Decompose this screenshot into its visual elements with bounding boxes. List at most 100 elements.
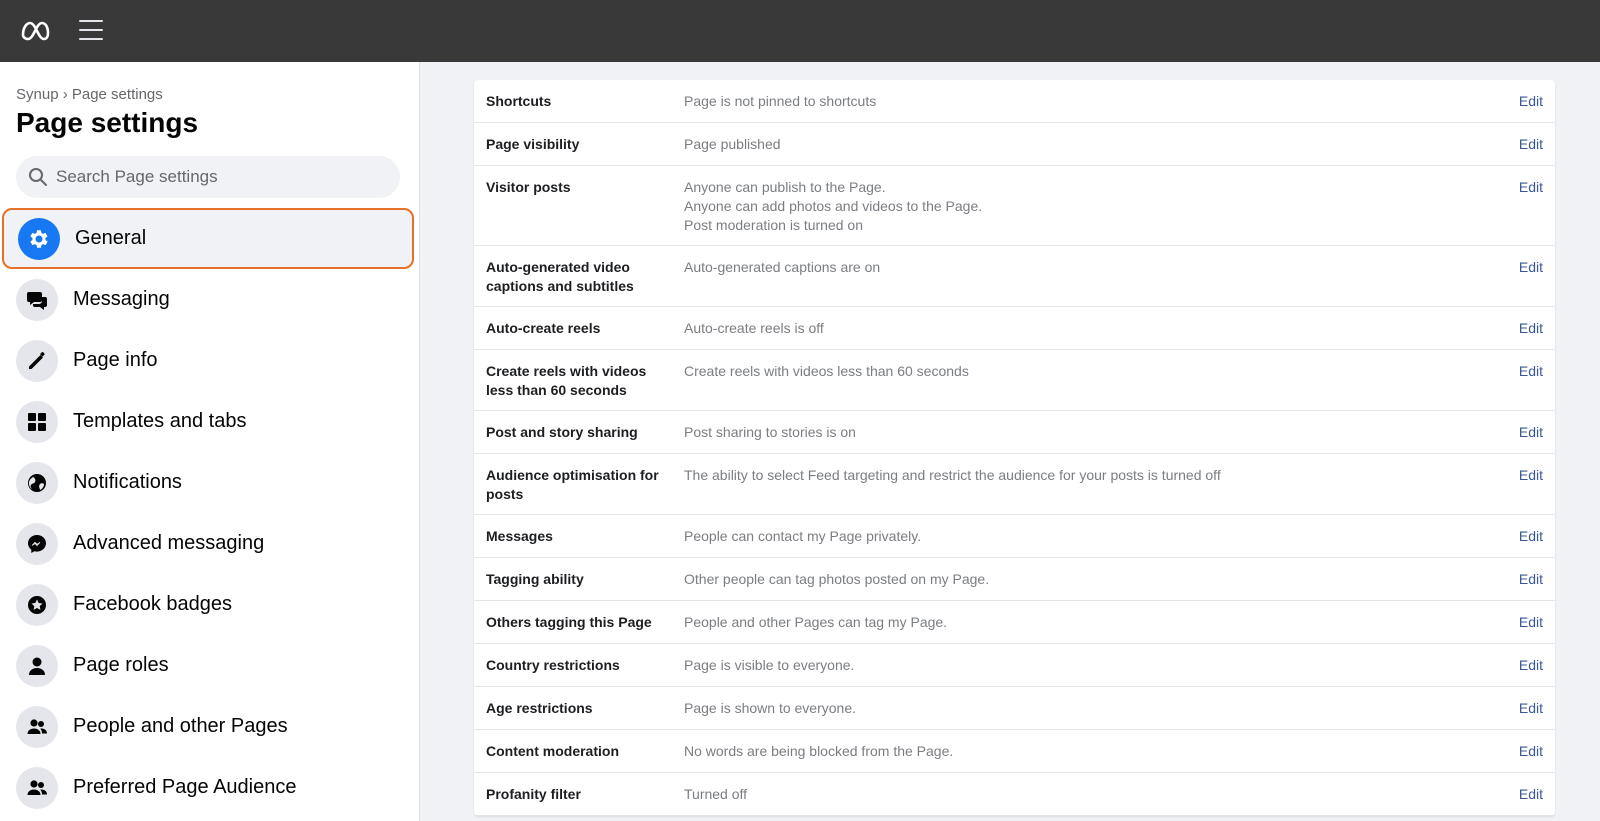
people-icon: [16, 706, 58, 748]
settings-row-value: Other people can tag photos posted on my…: [684, 570, 1464, 589]
settings-row-value: Create reels with videos less than 60 se…: [684, 362, 1464, 381]
settings-row-value: Auto-generated captions are on: [684, 258, 1464, 277]
settings-row-label: Visitor posts: [486, 179, 571, 195]
person-icon: [16, 645, 58, 687]
settings-row-value: People and other Pages can tag my Page.: [684, 613, 1464, 632]
sidebar-item-label: People and other Pages: [73, 715, 288, 737]
settings-row-label: Post and story sharing: [486, 424, 638, 440]
settings-row-value-line: Turned off: [684, 786, 748, 802]
grid-icon: [16, 401, 58, 443]
settings-nav: General Messaging Page info Templates an…: [0, 208, 419, 818]
settings-row: Post and story sharing Post sharing to st…: [474, 411, 1555, 454]
page-title: Page settings: [16, 107, 199, 138]
settings-row-label: Shortcuts: [486, 93, 552, 109]
edit-link[interactable]: Edit: [1519, 656, 1543, 675]
settings-row-value-line: Other people can tag photos posted on my…: [684, 571, 990, 587]
settings-row-label: Country restrictions: [486, 657, 620, 673]
settings-row: Auto-generated video captions and subtit…: [474, 246, 1555, 307]
settings-row-label: Profanity filter: [486, 786, 581, 802]
sidebar-item-label: Facebook badges: [73, 593, 233, 615]
settings-row: Audience optimisation for posts The abili…: [474, 454, 1555, 515]
settings-row-value-line: Page is shown to everyone.: [684, 700, 856, 716]
settings-row-value-line: Auto-create reels is off: [684, 320, 824, 336]
search-input[interactable]: [56, 156, 386, 198]
sidebar-item-general[interactable]: General: [2, 208, 414, 269]
settings-row-value: Page is visible to everyone.: [684, 656, 1464, 675]
settings-row: Shortcuts Page is not pinned to shortcuts…: [474, 80, 1555, 123]
settings-row: Messages People can contact my Page priva…: [474, 515, 1555, 558]
settings-row-value-line: Anyone can add photos and videos to the …: [684, 198, 983, 214]
chat-bubbles-icon: [16, 279, 58, 321]
settings-row-value-line: Anyone can publish to the Page.: [684, 179, 886, 195]
settings-row-value-line: Page is not pinned to shortcuts: [684, 93, 877, 109]
settings-row-value: Page is not pinned to shortcuts: [684, 92, 1464, 111]
sidebar-item-page-info[interactable]: Page info: [0, 330, 419, 391]
settings-row-value-line: People and other Pages can tag my Page.: [684, 614, 948, 630]
search-box[interactable]: [16, 156, 400, 198]
gear-icon: [18, 218, 60, 260]
edit-link[interactable]: Edit: [1519, 699, 1543, 718]
sidebar-item-facebook-badges[interactable]: Facebook badges: [0, 574, 419, 635]
settings-row: Age restrictions Page is shown to everyon…: [474, 687, 1555, 730]
settings-row: Visitor posts Anyone can publish to the P…: [474, 166, 1555, 246]
sidebar-item-advanced-messaging[interactable]: Advanced messaging: [0, 513, 419, 574]
edit-link[interactable]: Edit: [1519, 570, 1543, 589]
edit-link[interactable]: Edit: [1519, 362, 1543, 381]
sidebar-item-notifications[interactable]: Notifications: [0, 452, 419, 513]
settings-row-value: Auto-create reels is off: [684, 319, 1464, 338]
edit-link[interactable]: Edit: [1519, 423, 1543, 442]
settings-row-label: Tagging ability: [486, 571, 584, 587]
settings-row-value: Anyone can publish to the Page. Anyone ca…: [684, 178, 1464, 235]
settings-row: Country restrictions Page is visible to e…: [474, 644, 1555, 687]
sidebar-item-page-roles[interactable]: Page roles: [0, 635, 419, 696]
edit-link[interactable]: Edit: [1519, 466, 1543, 485]
sidebar-item-templates-and-tabs[interactable]: Templates and tabs: [0, 391, 419, 452]
settings-row-value: Page is shown to everyone.: [684, 699, 1464, 718]
settings-row-value-line: Page published: [684, 136, 781, 152]
edit-link[interactable]: Edit: [1519, 742, 1543, 761]
sidebar-item-preferred-page-audience[interactable]: Preferred Page Audience: [0, 757, 419, 818]
meta-logo-icon[interactable]: [20, 18, 50, 44]
settings-row-label: Audience optimisation for posts: [486, 467, 659, 502]
edit-link[interactable]: Edit: [1519, 178, 1543, 197]
settings-row-value-line: Create reels with videos less than 60 se…: [684, 363, 969, 379]
settings-row-label: Messages: [486, 528, 553, 544]
settings-row-value: No words are being blocked from the Page…: [684, 742, 1464, 761]
settings-row-value: People can contact my Page privately.: [684, 527, 1464, 546]
edit-link[interactable]: Edit: [1519, 319, 1543, 338]
edit-link[interactable]: Edit: [1519, 613, 1543, 632]
edit-link[interactable]: Edit: [1519, 258, 1543, 277]
sidebar-item-label: Notifications: [73, 471, 182, 493]
sidebar-item-people-and-other-pages[interactable]: People and other Pages: [0, 696, 419, 757]
settings-row-value: Page published: [684, 135, 1464, 154]
pencil-icon: [16, 340, 58, 382]
settings-row-value-line: Post moderation is turned on: [684, 217, 863, 233]
sidebar: Synup › Page settings Page settings Gene…: [0, 62, 420, 821]
sidebar-item-label: Advanced messaging: [73, 532, 265, 554]
settings-row: Auto-create reels Auto-create reels is of…: [474, 307, 1555, 350]
settings-row-value: The ability to select Feed targeting and…: [684, 466, 1464, 485]
settings-row: Others tagging this Page People and other…: [474, 601, 1555, 644]
settings-row-value-line: Post sharing to stories is on: [684, 424, 856, 440]
sidebar-item-label: Messaging: [73, 288, 170, 310]
hamburger-menu-icon[interactable]: [79, 20, 103, 42]
edit-link[interactable]: Edit: [1519, 135, 1543, 154]
settings-row: Page visibility Page published Edit: [474, 123, 1555, 166]
globe-icon: [16, 462, 58, 504]
settings-row: Profanity filter Turned off Edit: [474, 773, 1555, 816]
settings-row-label: Page visibility: [486, 136, 580, 152]
sidebar-item-messaging[interactable]: Messaging: [0, 269, 419, 330]
settings-row-value: Turned off: [684, 785, 1464, 804]
sidebar-item-label: Page info: [73, 349, 158, 371]
settings-row-value-line: The ability to select Feed targeting and…: [684, 467, 1221, 483]
star-badge-icon: [16, 584, 58, 626]
people-icon: [16, 767, 58, 809]
edit-link[interactable]: Edit: [1519, 92, 1543, 111]
settings-row-value-line: Page is visible to everyone.: [684, 657, 855, 673]
settings-row: Tagging ability Other people can tag phot…: [474, 558, 1555, 601]
breadcrumb[interactable]: Synup › Page settings: [16, 86, 163, 103]
settings-row-label: Others tagging this Page: [486, 614, 652, 630]
edit-link[interactable]: Edit: [1519, 527, 1543, 546]
main-content: Shortcuts Page is not pinned to shortcuts…: [420, 62, 1600, 821]
edit-link[interactable]: Edit: [1519, 785, 1543, 804]
